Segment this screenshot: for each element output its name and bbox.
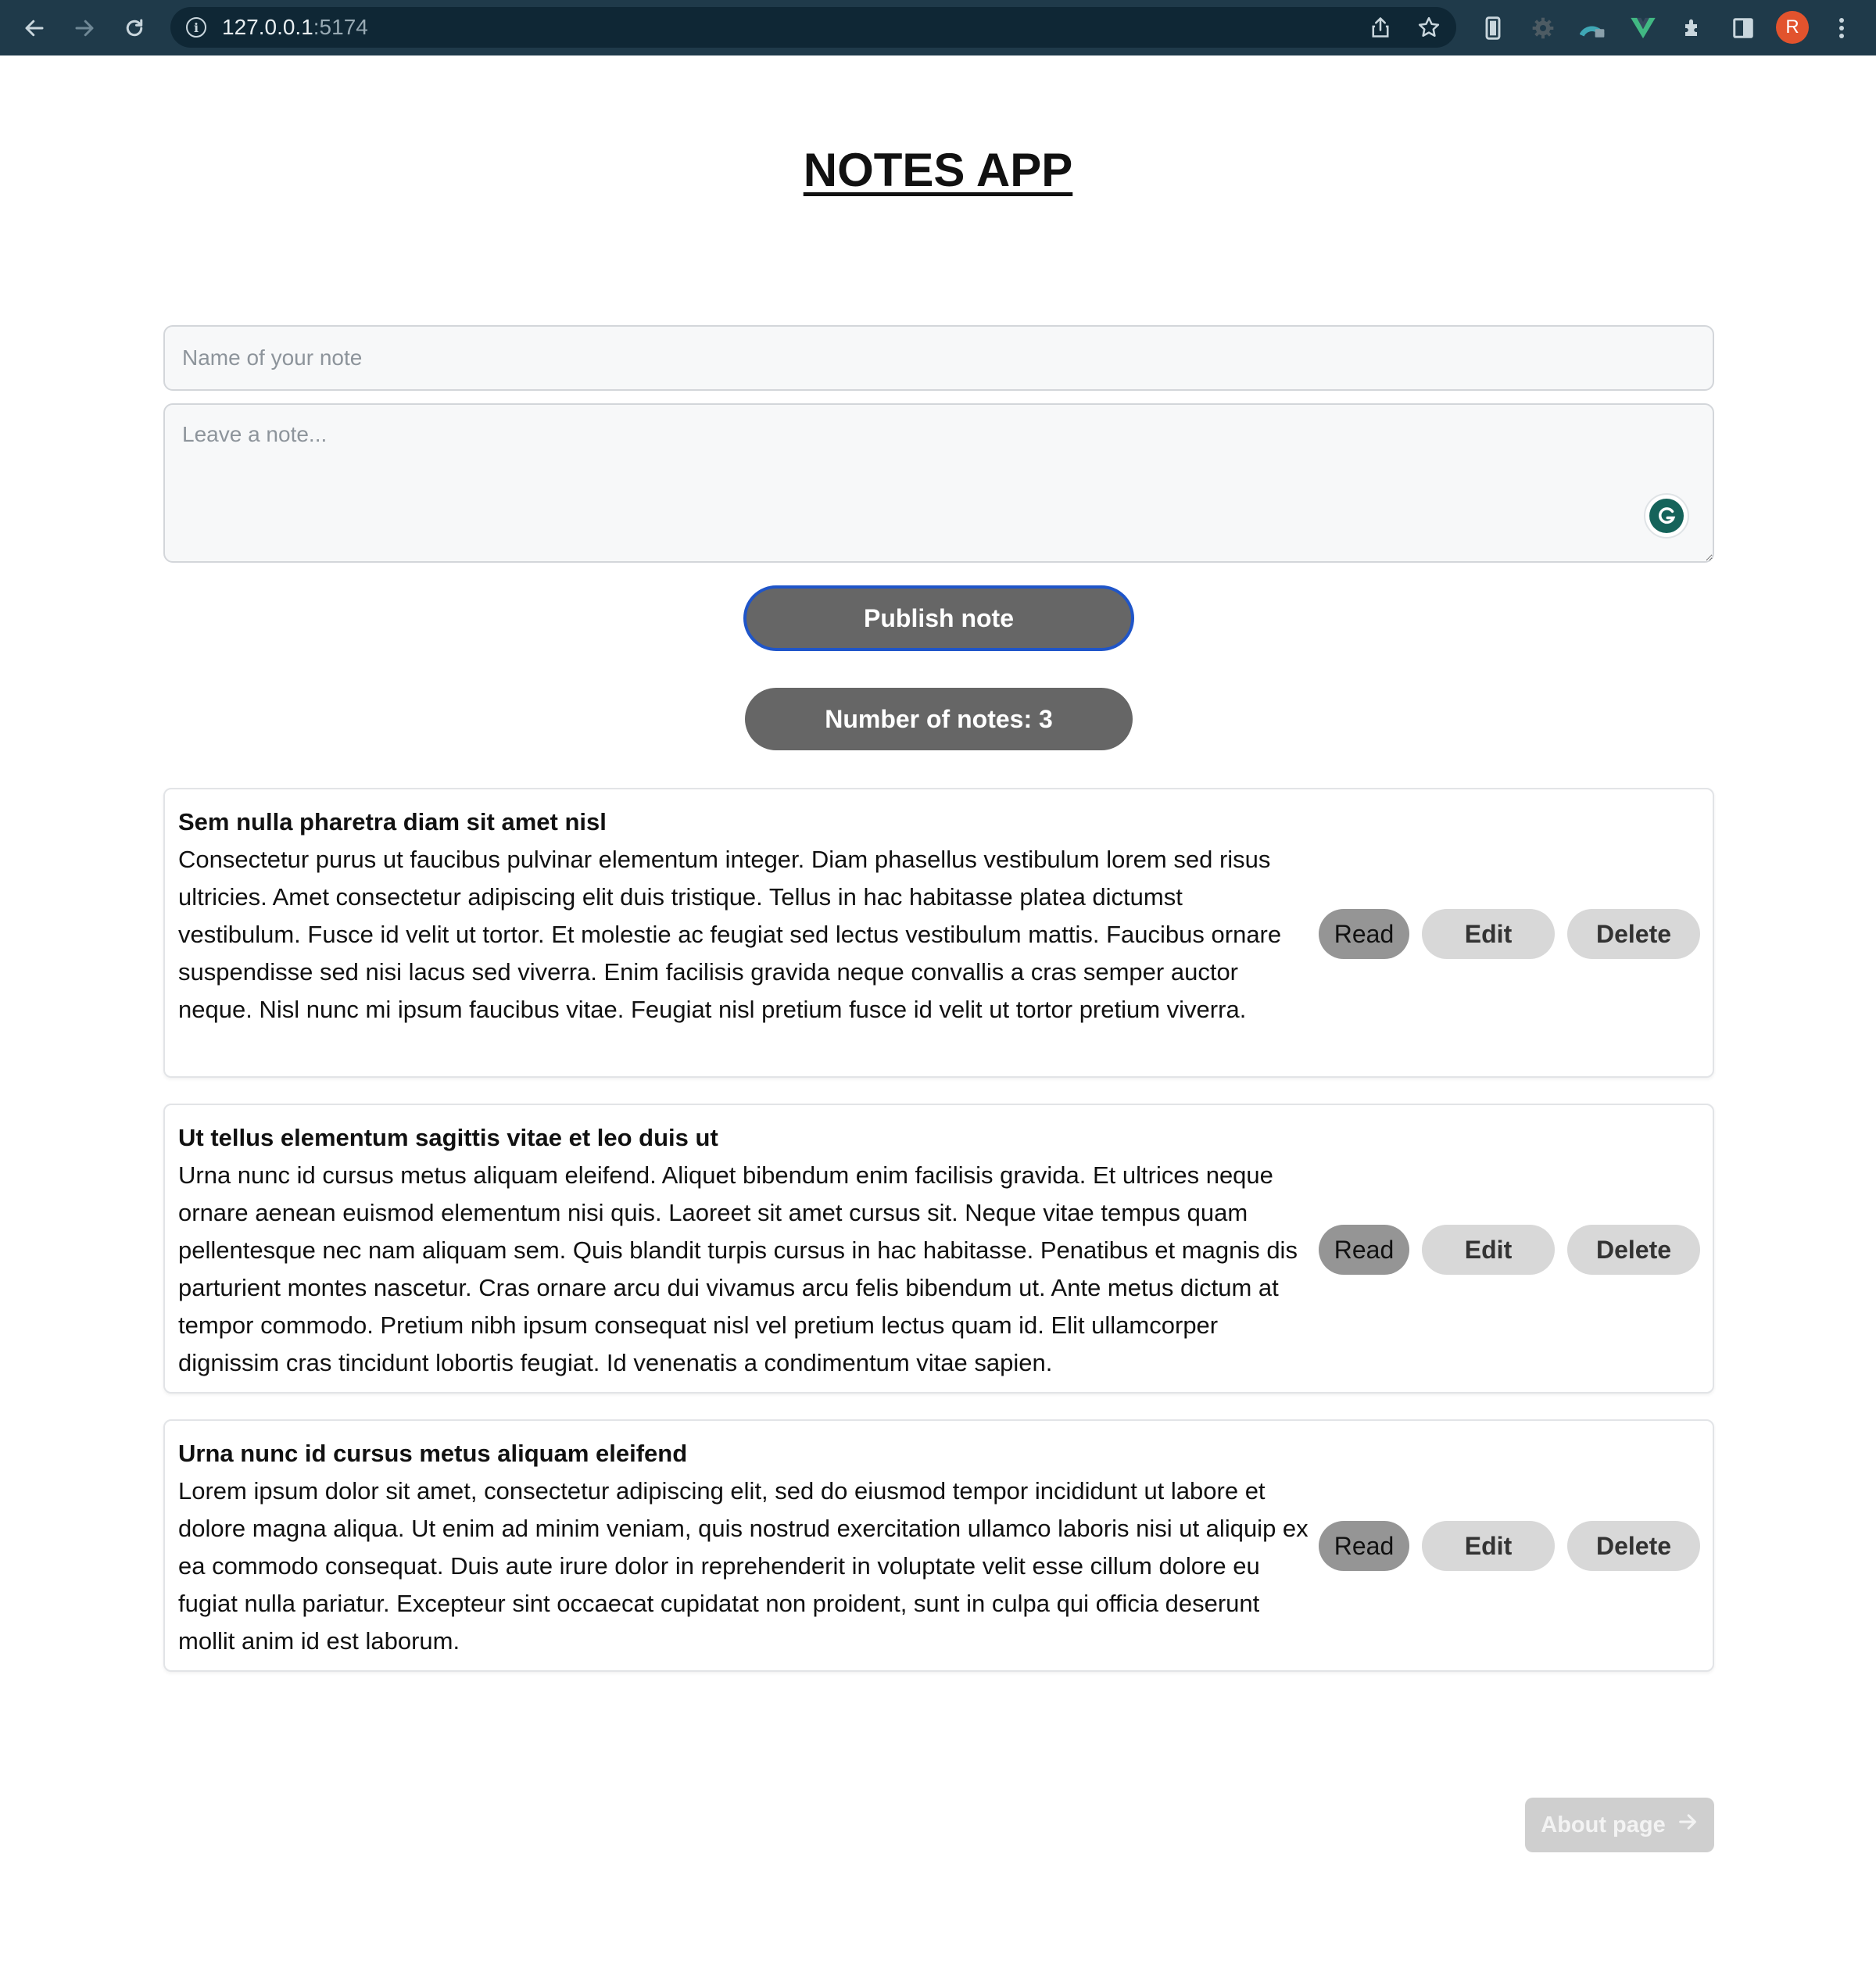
grammarly-icon[interactable]	[1644, 493, 1689, 539]
edit-button[interactable]: Edit	[1422, 1521, 1555, 1571]
note-body: Urna nunc id cursus metus aliquam eleife…	[178, 1161, 1298, 1376]
about-page-button[interactable]: About page	[1525, 1798, 1714, 1852]
profile-avatar[interactable]: R	[1776, 11, 1809, 44]
browser-toolbar: i 127.0.0.1:5174 R	[0, 0, 1876, 55]
note-title: Urna nunc id cursus metus aliquam eleife…	[178, 1440, 688, 1467]
note-title: Ut tellus elementum sagittis vitae et le…	[178, 1124, 718, 1151]
extension-gear-icon[interactable]	[1527, 13, 1559, 44]
puzzle-extensions-icon[interactable]	[1677, 13, 1709, 44]
note-actions: Read Edit Delete	[1319, 1521, 1702, 1571]
reload-icon[interactable]	[117, 11, 152, 45]
note-title: Sem nulla pharetra diam sit amet nisl	[178, 808, 607, 836]
note-name-input[interactable]	[163, 325, 1714, 391]
notes-count-badge: Number of notes: 3	[745, 688, 1133, 750]
side-panel-icon[interactable]	[1727, 13, 1759, 44]
note-body: Lorem ipsum dolor sit amet, consectetur …	[178, 1477, 1309, 1655]
share-icon[interactable]	[1366, 13, 1394, 41]
note-actions: Read Edit Delete	[1319, 909, 1702, 959]
note-card: Ut tellus elementum sagittis vitae et le…	[163, 1104, 1714, 1394]
note-body: Consectetur purus ut faucibus pulvinar e…	[178, 846, 1282, 1023]
note-content: Urna nunc id cursus metus aliquam eleife…	[178, 1435, 1312, 1660]
device-icon[interactable]	[1477, 13, 1509, 44]
read-button[interactable]: Read	[1319, 1521, 1409, 1571]
delete-button[interactable]: Delete	[1567, 1225, 1700, 1275]
address-bar[interactable]: i 127.0.0.1:5174	[170, 7, 1456, 48]
forward-icon[interactable]	[67, 11, 102, 45]
publish-note-button[interactable]: Publish note	[743, 585, 1134, 651]
note-content: Ut tellus elementum sagittis vitae et le…	[178, 1119, 1312, 1382]
note-body-textarea[interactable]	[163, 403, 1714, 563]
edit-button[interactable]: Edit	[1422, 1225, 1555, 1275]
extension-lock-icon[interactable]	[1577, 13, 1609, 44]
read-button[interactable]: Read	[1319, 1225, 1409, 1275]
note-card: Urna nunc id cursus metus aliquam eleife…	[163, 1419, 1714, 1672]
back-icon[interactable]	[17, 11, 52, 45]
about-page-label: About page	[1541, 1812, 1666, 1837]
more-menu-icon[interactable]	[1826, 13, 1857, 44]
note-actions: Read Edit Delete	[1319, 1225, 1702, 1275]
url-text: 127.0.0.1:5174	[222, 15, 368, 39]
note-card: Sem nulla pharetra diam sit amet nisl Co…	[163, 788, 1714, 1078]
info-icon[interactable]: i	[186, 17, 206, 38]
delete-button[interactable]: Delete	[1567, 909, 1700, 959]
vue-devtools-icon[interactable]	[1627, 13, 1659, 44]
read-button[interactable]: Read	[1319, 909, 1409, 959]
delete-button[interactable]: Delete	[1567, 1521, 1700, 1571]
note-content: Sem nulla pharetra diam sit amet nisl Co…	[178, 803, 1312, 1029]
bookmark-star-icon[interactable]	[1415, 13, 1443, 41]
page-title: NOTES APP	[803, 144, 1073, 196]
edit-button[interactable]: Edit	[1422, 909, 1555, 959]
arrow-right-icon	[1677, 1811, 1699, 1839]
